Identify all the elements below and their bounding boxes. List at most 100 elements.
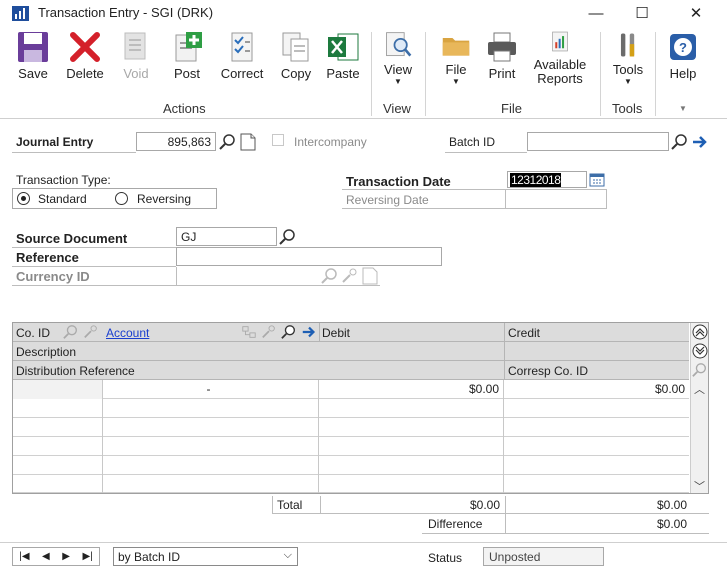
close-button[interactable]: ✕ [673, 0, 719, 26]
co-id-header[interactable]: Co. ID [16, 326, 50, 340]
maximize-button[interactable]: ☐ [619, 0, 665, 26]
intercompany-checkbox[interactable] [272, 134, 284, 146]
grid-scrollbar[interactable]: ︿ ﹀ [690, 323, 708, 493]
post-button[interactable]: Post [168, 30, 206, 86]
distribution-reference-header[interactable]: Distribution Reference [16, 364, 135, 378]
tools-button[interactable]: Tools ▼ [609, 30, 647, 86]
minimize-icon: — [588, 4, 604, 22]
available-reports-button[interactable]: Available Reports [527, 30, 593, 86]
grid-header-row-1: Co. ID Account Debit Credit [13, 323, 689, 342]
print-button[interactable]: Print [483, 30, 521, 86]
transaction-form: Journal Entry 895,863 Intercompany Batch… [0, 120, 727, 568]
group-label-view: View [383, 101, 411, 116]
close-icon: ✕ [689, 5, 703, 22]
standard-radio[interactable] [17, 192, 30, 205]
save-button[interactable]: Save [14, 30, 52, 86]
minimize-button[interactable]: — [573, 0, 619, 26]
co-lookup-icon[interactable] [63, 324, 79, 340]
reversing-radio[interactable] [115, 192, 128, 205]
view-button[interactable]: View ▼ [379, 30, 417, 86]
table-row[interactable] [13, 437, 689, 456]
note-icon[interactable] [239, 133, 257, 151]
account-zoom-icon[interactable] [261, 324, 277, 340]
journal-entry-label: Journal Entry [16, 135, 94, 149]
account-expand-arrow-icon[interactable] [301, 324, 317, 340]
collapse-rows-icon[interactable] [692, 324, 708, 340]
reversing-label: Reversing [137, 192, 192, 206]
account-tree-icon[interactable] [241, 324, 257, 340]
lookup-icon[interactable] [219, 133, 237, 151]
reports-icon [552, 31, 568, 52]
source-document-label: Source Document [16, 231, 128, 246]
title-bar: Transaction Entry - SGI (DRK) — ☐ ✕ [0, 0, 727, 26]
file-dropdown-icon: ▼ [452, 77, 460, 86]
source-lookup-icon[interactable] [279, 228, 297, 246]
reference-field[interactable] [176, 247, 442, 266]
transaction-date-label: Transaction Date [346, 174, 451, 189]
currency-note-icon[interactable] [361, 267, 379, 285]
next-record-icon[interactable]: ▶ [62, 551, 70, 562]
transaction-date-value: 12312018 [510, 173, 562, 187]
table-row[interactable] [13, 418, 689, 437]
tools-icon [620, 33, 635, 57]
source-document-field[interactable]: GJ [176, 227, 277, 246]
difference-label: Difference [428, 517, 483, 531]
calendar-icon[interactable] [589, 172, 605, 188]
reference-label: Reference [16, 250, 79, 265]
description-header[interactable]: Description [16, 345, 76, 359]
file-button[interactable]: File ▼ [437, 30, 475, 86]
maximize-icon: ☐ [635, 5, 649, 22]
difference-value: $0.00 [656, 517, 687, 531]
corresp-lookup-icon[interactable] [692, 362, 708, 378]
batch-expand-arrow-icon[interactable] [691, 133, 709, 151]
ribbon-separator [655, 32, 656, 116]
difference-underline [422, 533, 709, 534]
correct-button[interactable]: Correct [216, 30, 268, 86]
scroll-down-icon[interactable]: ﹀ [694, 478, 705, 494]
void-button[interactable]: Void [117, 30, 155, 86]
first-record-icon[interactable]: |◀ [19, 551, 29, 562]
table-row[interactable]: - $0.00 $0.00 [13, 380, 689, 399]
sort-order-value: by Batch ID [118, 550, 181, 564]
delete-icon [70, 32, 100, 62]
help-icon: ? [670, 34, 696, 60]
help-button[interactable]: ? Help [664, 30, 702, 86]
batch-id-label: Batch ID [449, 135, 496, 149]
account-lookup-icon[interactable] [281, 324, 297, 340]
save-icon [18, 32, 48, 62]
ribbon-toolbar: Save Delete Void Post Correct Copy Paste… [0, 26, 727, 119]
debit-header[interactable]: Debit [322, 326, 350, 340]
paste-button[interactable]: Paste [323, 30, 363, 86]
co-zoom-icon[interactable] [83, 324, 99, 340]
corresp-co-id-header[interactable]: Corresp Co. ID [508, 364, 588, 378]
journal-entry-field[interactable]: 895,863 [136, 132, 216, 151]
currency-id-label: Currency ID [16, 269, 90, 284]
sort-order-select[interactable]: by Batch ID ⌵ [113, 547, 298, 566]
expand-rows-icon[interactable] [692, 343, 708, 359]
correct-icon [231, 32, 253, 62]
standard-label: Standard [38, 192, 87, 206]
credit-header[interactable]: Credit [508, 326, 540, 340]
total-credit: $0.00 [656, 498, 687, 512]
batch-id-field[interactable] [527, 132, 669, 151]
delete-button[interactable]: Delete [62, 30, 108, 86]
table-row[interactable] [13, 399, 689, 418]
currency-zoom-icon[interactable] [341, 267, 359, 285]
last-record-icon[interactable]: ▶| [82, 551, 92, 562]
table-row[interactable] [13, 456, 689, 475]
transaction-date-field[interactable]: 12312018 [507, 171, 587, 188]
table-row[interactable] [13, 475, 689, 493]
scroll-up-icon[interactable]: ︿ [694, 381, 705, 397]
ribbon-expand-icon[interactable]: ▼ [679, 104, 687, 113]
batch-lookup-icon[interactable] [671, 133, 689, 151]
label-underline [12, 152, 136, 153]
label-underline [342, 208, 606, 209]
grid-header-row-3: Distribution Reference Corresp Co. ID [13, 361, 689, 380]
reversing-date-label: Reversing Date [346, 193, 429, 207]
account-header-link[interactable]: Account [106, 326, 149, 340]
field-divider [176, 267, 177, 285]
record-navigator: |◀ ◀ ▶ ▶| [12, 547, 100, 566]
previous-record-icon[interactable]: ◀ [42, 551, 50, 562]
currency-lookup-icon[interactable] [321, 267, 339, 285]
copy-button[interactable]: Copy [276, 30, 316, 86]
